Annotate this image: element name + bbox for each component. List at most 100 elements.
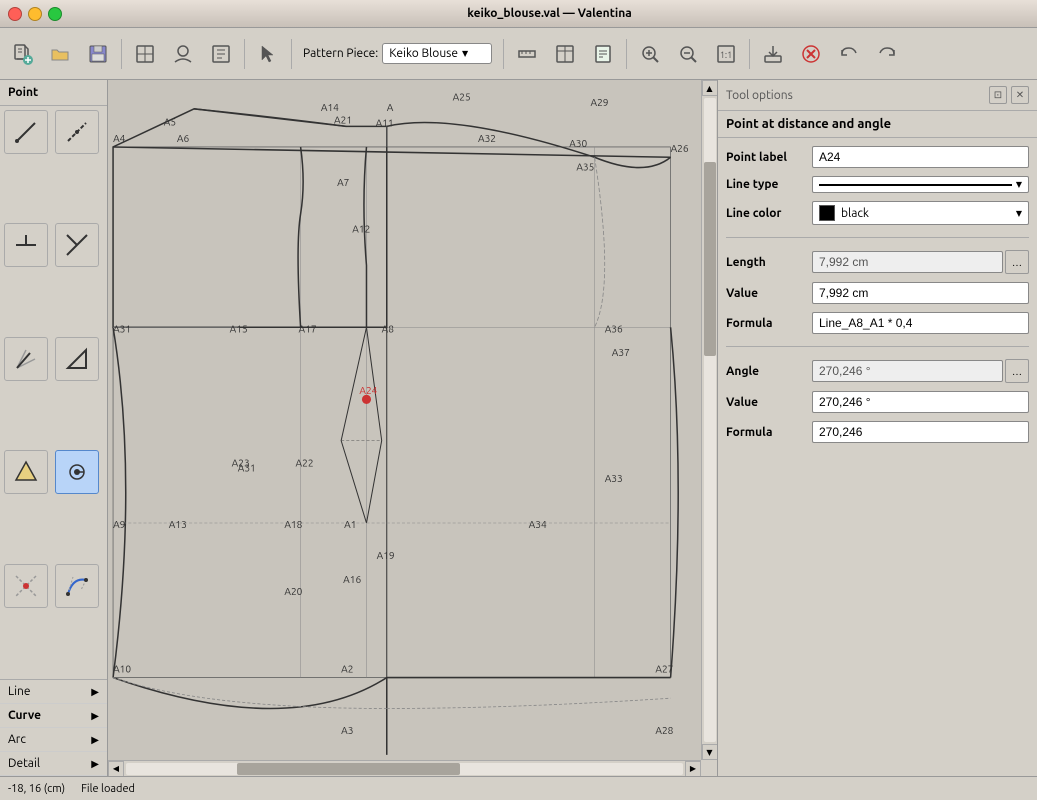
measurements-button[interactable] [509, 36, 545, 72]
scroll-down-button[interactable]: ▼ [702, 744, 718, 760]
table-button[interactable] [547, 36, 583, 72]
zoom-in-button[interactable] [632, 36, 668, 72]
tool-triangle[interactable] [4, 450, 48, 494]
angle-value-text: Value [726, 396, 806, 409]
right-panel-icons: ⊡ ✕ [989, 86, 1029, 104]
pattern-piece-label: Pattern Piece: [303, 47, 378, 60]
scroll-right-button[interactable]: ▶ [685, 761, 701, 777]
angle-formula-input[interactable] [812, 421, 1029, 443]
right-panel: Tool options ⊡ ✕ Point at distance and a… [717, 80, 1037, 776]
tool-point-distance-angle[interactable] [55, 450, 99, 494]
svg-text:A3: A3 [341, 724, 353, 736]
pointer-tool-button[interactable] [250, 36, 286, 72]
history-button[interactable] [203, 36, 239, 72]
close-button[interactable] [8, 7, 22, 21]
svg-text:A1: A1 [344, 518, 356, 530]
tool-line-point[interactable] [4, 110, 48, 154]
tool-bisector[interactable] [4, 337, 48, 381]
svg-text:A12: A12 [352, 222, 370, 234]
canvas-area[interactable]: A5 A6 A4 A14 A21 A11 A A25 A29 A26 A32 A… [108, 80, 717, 776]
zoom-out-button[interactable] [670, 36, 706, 72]
svg-text:A24: A24 [359, 384, 377, 396]
close-piece-button[interactable] [793, 36, 829, 72]
window-controls[interactable] [8, 7, 62, 21]
pattern-piece-dropdown[interactable]: Keiko Blouse ▼ [382, 43, 492, 64]
save-button[interactable] [80, 36, 116, 72]
v-scroll-track[interactable] [704, 98, 716, 742]
open-button[interactable] [42, 36, 78, 72]
v-scroll-thumb[interactable] [704, 162, 716, 355]
angle-value-input[interactable] [812, 391, 1029, 413]
new-button[interactable] [4, 36, 40, 72]
svg-text:1:1: 1:1 [720, 50, 732, 60]
draft-mode-button[interactable] [127, 36, 163, 72]
length-formula-text: Formula [726, 317, 806, 330]
svg-text:A28: A28 [655, 724, 673, 736]
coordinates-display: -18, 16 (cm) [8, 783, 65, 795]
tool-categories: Line ▶ Curve ▶ Arc ▶ Detail ▶ [0, 679, 107, 776]
tool-intersect[interactable] [4, 564, 48, 608]
titlebar: keiko_blouse.val — Valentina [0, 0, 1037, 28]
angle-formula-row: Formula [726, 421, 1029, 443]
angle-formula-text: Formula [726, 426, 806, 439]
svg-text:A37: A37 [612, 346, 630, 358]
length-formula-btn[interactable]: … [1005, 250, 1029, 274]
tool-options-title-bar: Point at distance and angle [718, 111, 1037, 138]
window-title: keiko_blouse.val — Valentina [70, 7, 1029, 20]
tool-spline-point[interactable] [55, 564, 99, 608]
svg-text:A27: A27 [655, 662, 673, 674]
minimize-button[interactable] [28, 7, 42, 21]
line-type-arrow: ▼ [1016, 180, 1022, 189]
svg-text:A35: A35 [576, 161, 594, 173]
undo-button[interactable] [831, 36, 867, 72]
svg-text:A16: A16 [343, 573, 361, 585]
point-label-input[interactable] [812, 146, 1029, 168]
length-formula-input[interactable] [812, 312, 1029, 334]
export-button[interactable] [755, 36, 791, 72]
svg-text:A4: A4 [113, 132, 126, 144]
rp-icon-2[interactable]: ✕ [1011, 86, 1029, 104]
category-curve[interactable]: Curve ▶ [0, 704, 107, 728]
line-type-select[interactable]: ▼ [812, 176, 1029, 193]
angle-formula-btn[interactable]: … [1005, 359, 1029, 383]
rp-icon-1[interactable]: ⊡ [989, 86, 1007, 104]
h-scroll-thumb[interactable] [237, 763, 460, 775]
category-line[interactable]: Line ▶ [0, 680, 107, 704]
svg-text:A: A [387, 101, 394, 113]
svg-text:A10: A10 [113, 662, 131, 674]
zoom-original-button[interactable]: 1:1 [708, 36, 744, 72]
tool-line-point-2[interactable] [55, 110, 99, 154]
scroll-left-button[interactable]: ◀ [108, 761, 124, 777]
length-formula-row: Formula [726, 312, 1029, 334]
tool-along-line[interactable] [4, 223, 48, 267]
length-value-text: Value [726, 287, 806, 300]
maximize-button[interactable] [48, 7, 62, 21]
category-arc[interactable]: Arc ▶ [0, 728, 107, 752]
tool-shoulder[interactable] [55, 337, 99, 381]
svg-text:A19: A19 [377, 549, 395, 561]
h-scroll-track[interactable] [126, 763, 683, 775]
notes-button[interactable] [585, 36, 621, 72]
toolbar-separator-1 [121, 39, 122, 69]
length-value-input[interactable] [812, 282, 1029, 304]
pattern-canvas[interactable]: A5 A6 A4 A14 A21 A11 A A25 A29 A26 A32 A… [108, 80, 701, 760]
left-panel-title: Point [0, 80, 107, 106]
vertical-scrollbar[interactable]: ▲ ▼ [701, 80, 717, 760]
horizontal-scrollbar[interactable]: ◀ ▶ [108, 760, 701, 776]
tool-options-header: Tool options ⊡ ✕ [718, 80, 1037, 111]
tool-grid [0, 106, 107, 679]
line-color-select[interactable]: black ▼ [812, 201, 1029, 225]
category-line-label: Line [8, 685, 31, 698]
tool-normal[interactable] [55, 223, 99, 267]
toolbar-separator-2 [244, 39, 245, 69]
point-label-row: Point label [726, 146, 1029, 168]
pattern-svg[interactable]: A5 A6 A4 A14 A21 A11 A A25 A29 A26 A32 A… [108, 80, 701, 760]
toolbar: Pattern Piece: Keiko Blouse ▼ 1:1 [0, 28, 1037, 80]
svg-text:A2: A2 [341, 662, 353, 674]
tool-options-label: Tool options [726, 89, 793, 102]
model-button[interactable] [165, 36, 201, 72]
redo-button[interactable] [869, 36, 905, 72]
scroll-up-button[interactable]: ▲ [702, 80, 718, 96]
statusbar: -18, 16 (cm) File loaded [0, 776, 1037, 800]
category-detail[interactable]: Detail ▶ [0, 752, 107, 776]
